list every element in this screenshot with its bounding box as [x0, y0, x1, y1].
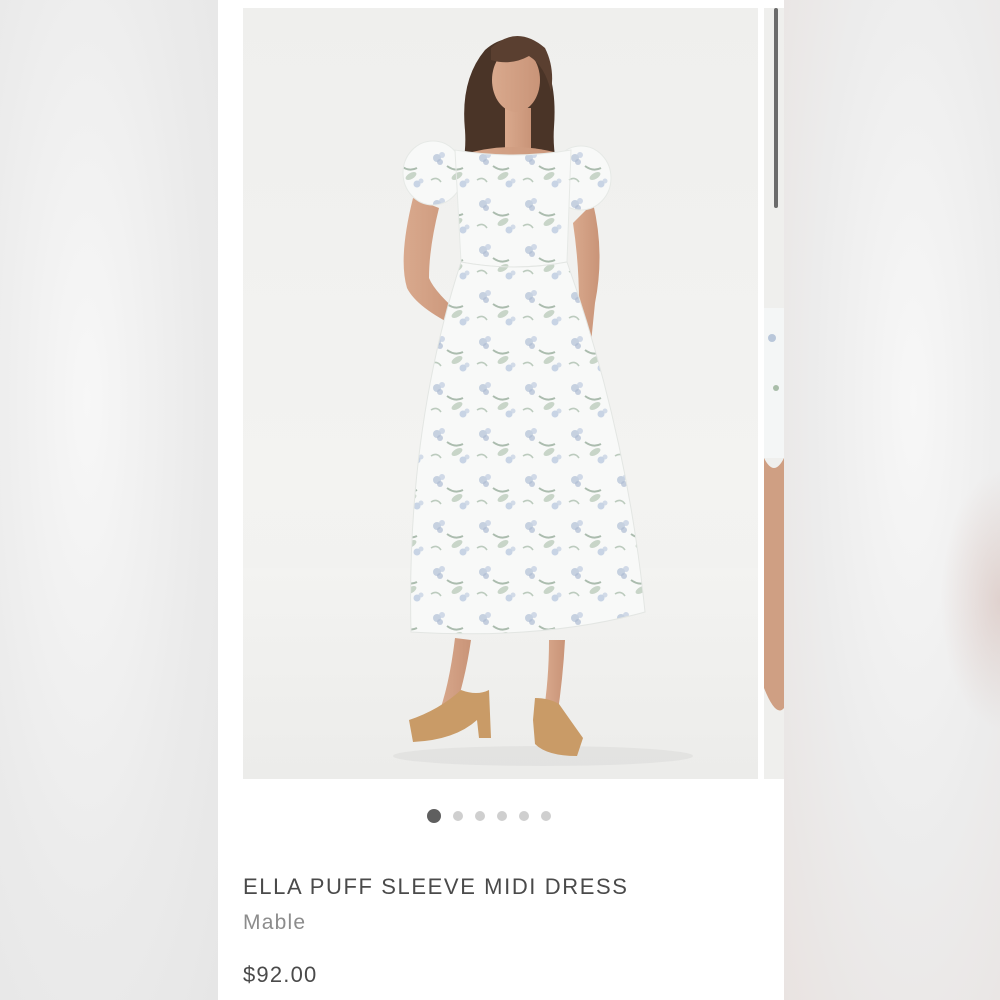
pagination-dot-5[interactable] — [519, 811, 529, 821]
carousel-pagination — [218, 808, 784, 824]
image-carousel[interactable] — [243, 8, 784, 779]
pagination-dot-1[interactable] — [427, 809, 441, 823]
scrollbar-thumb[interactable] — [774, 8, 778, 208]
product-brand[interactable]: Mable — [243, 911, 306, 935]
pagination-dot-3[interactable] — [475, 811, 485, 821]
product-screen: ELLA PUFF SLEEVE MIDI DRESS Mable $92.00 — [218, 0, 784, 1000]
dress-model-image — [243, 36, 758, 779]
background-blur-left — [0, 0, 218, 1000]
pagination-dot-2[interactable] — [453, 811, 463, 821]
product-price: $92.00 — [243, 962, 318, 987]
pagination-dot-6[interactable] — [541, 811, 551, 821]
product-image[interactable] — [243, 8, 758, 779]
pagination-dot-4[interactable] — [497, 811, 507, 821]
background-blur-right — [784, 0, 1000, 1000]
product-title: ELLA PUFF SLEEVE MIDI DRESS — [243, 874, 629, 899]
